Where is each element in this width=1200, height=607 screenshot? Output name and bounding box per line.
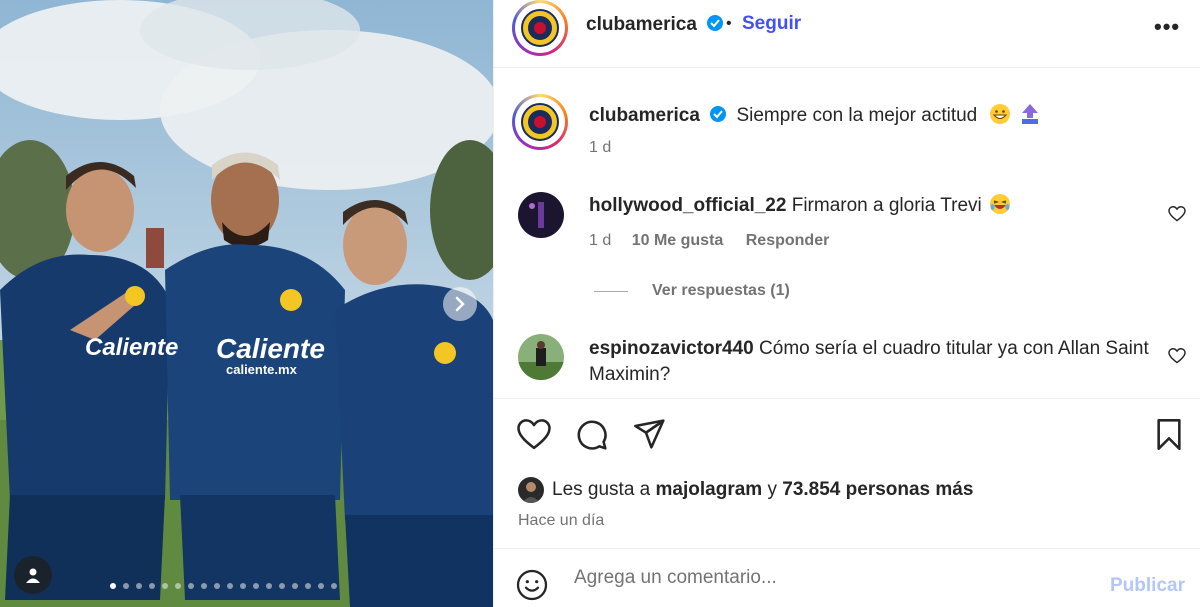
like-heart-icon[interactable]: [517, 419, 551, 450]
carousel-indicator: [110, 583, 337, 589]
replies-divider: [594, 290, 628, 292]
top-arrow-emoji: [1021, 104, 1038, 124]
verified-badge-icon: [710, 106, 727, 122]
commenter-avatar[interactable]: [518, 334, 564, 380]
caption-timestamp: 1 d: [589, 139, 612, 156]
likes-summary: Les gusta a majolagram y 73.854 personas…: [518, 477, 973, 503]
likes-others[interactable]: 73.854 personas más: [782, 479, 973, 501]
likes-prefix: Les gusta a: [552, 479, 651, 500]
carousel-dot: [110, 583, 116, 589]
view-replies-button[interactable]: Ver respuestas (1): [594, 282, 790, 300]
user-icon: [26, 568, 40, 583]
comment-text: Firmaron a gloria Trevi: [791, 195, 982, 216]
add-comment-bar: Publicar: [494, 548, 1200, 607]
like-comment-heart-icon[interactable]: [1168, 206, 1186, 222]
carousel-dot: [318, 583, 324, 589]
comment-likes[interactable]: 10 Me gusta: [632, 232, 724, 249]
svg-text:Caliente: Caliente: [85, 334, 178, 361]
carousel-dot: [201, 583, 207, 589]
comment: hollywood_official_22 Firmaron a gloria …: [589, 193, 1149, 219]
caption: clubamerica Siempre con la mejor actitud: [589, 103, 1040, 127]
verified-badge-icon: [707, 15, 724, 31]
svg-text:caliente.mx: caliente.mx: [226, 362, 298, 377]
carousel-dot: [266, 583, 272, 589]
more-options-icon[interactable]: •••: [1154, 14, 1180, 40]
caption-username[interactable]: clubamerica: [589, 105, 700, 126]
carousel-dot: [305, 583, 311, 589]
carousel-dot: [175, 583, 181, 589]
comment: espinozavictor440 Cómo sería el cuadro t…: [589, 336, 1149, 388]
liker-avatar[interactable]: [518, 477, 544, 503]
grinning-face-emoji: [989, 104, 1010, 124]
view-replies-label: Ver respuestas (1): [652, 282, 790, 299]
carousel-dot: [292, 583, 298, 589]
carousel-dot: [188, 583, 194, 589]
share-send-icon[interactable]: [634, 419, 666, 449]
liker-username[interactable]: majolagram: [656, 479, 763, 501]
commenter-avatar[interactable]: [518, 192, 564, 238]
carousel-dot: [253, 583, 259, 589]
post-actions: Les gusta a majolagram y 73.854 personas…: [494, 398, 1200, 548]
comment-meta: 1 d 10 Me gusta Responder: [589, 232, 829, 250]
likes-joiner: y: [767, 479, 777, 500]
carousel-dot: [331, 583, 337, 589]
club-america-logo: [521, 9, 559, 47]
laughing-emoji: [990, 194, 1011, 214]
header-separator: •: [726, 15, 732, 32]
comment-bubble-icon[interactable]: [576, 419, 608, 451]
carousel-dot: [240, 583, 246, 589]
publish-button[interactable]: Publicar: [1110, 575, 1185, 597]
comment-username[interactable]: hollywood_official_22: [589, 195, 786, 216]
carousel-dot: [149, 583, 155, 589]
caption-author-avatar[interactable]: [512, 94, 568, 150]
chevron-right-icon: [455, 296, 465, 312]
carousel-dot: [123, 583, 129, 589]
author-username[interactable]: clubamerica: [586, 14, 697, 35]
carousel-dot: [136, 583, 142, 589]
carousel-dot: [214, 583, 220, 589]
next-slide-button[interactable]: [443, 287, 477, 321]
comment-time: 1 d: [589, 232, 612, 249]
carousel-dot: [279, 583, 285, 589]
save-bookmark-icon[interactable]: [1156, 419, 1182, 450]
club-america-logo: [521, 103, 559, 141]
carousel-dot: [162, 583, 168, 589]
emoji-picker-icon[interactable]: [516, 569, 548, 601]
post-media[interactable]: Caliente Caliente caliente.mx: [0, 0, 493, 607]
carousel-dot: [227, 583, 233, 589]
reply-button[interactable]: Responder: [746, 232, 830, 249]
tagged-users-button[interactable]: [14, 556, 52, 594]
post-header: clubamerica • Seguir •••: [494, 0, 1200, 68]
comment-input[interactable]: [574, 567, 1094, 589]
author-avatar[interactable]: [512, 0, 568, 56]
like-comment-heart-icon[interactable]: [1168, 348, 1186, 364]
post-photo: Caliente Caliente caliente.mx: [0, 0, 493, 607]
post-timestamp: Hace un día: [518, 512, 605, 529]
follow-button[interactable]: Seguir: [742, 13, 801, 35]
caption-text: Siempre con la mejor actitud: [736, 105, 978, 126]
comment-username[interactable]: espinozavictor440: [589, 338, 754, 359]
svg-text:Caliente: Caliente: [216, 333, 325, 364]
post-details-panel: clubamerica • Seguir ••• clubamerica Sie…: [493, 0, 1200, 607]
